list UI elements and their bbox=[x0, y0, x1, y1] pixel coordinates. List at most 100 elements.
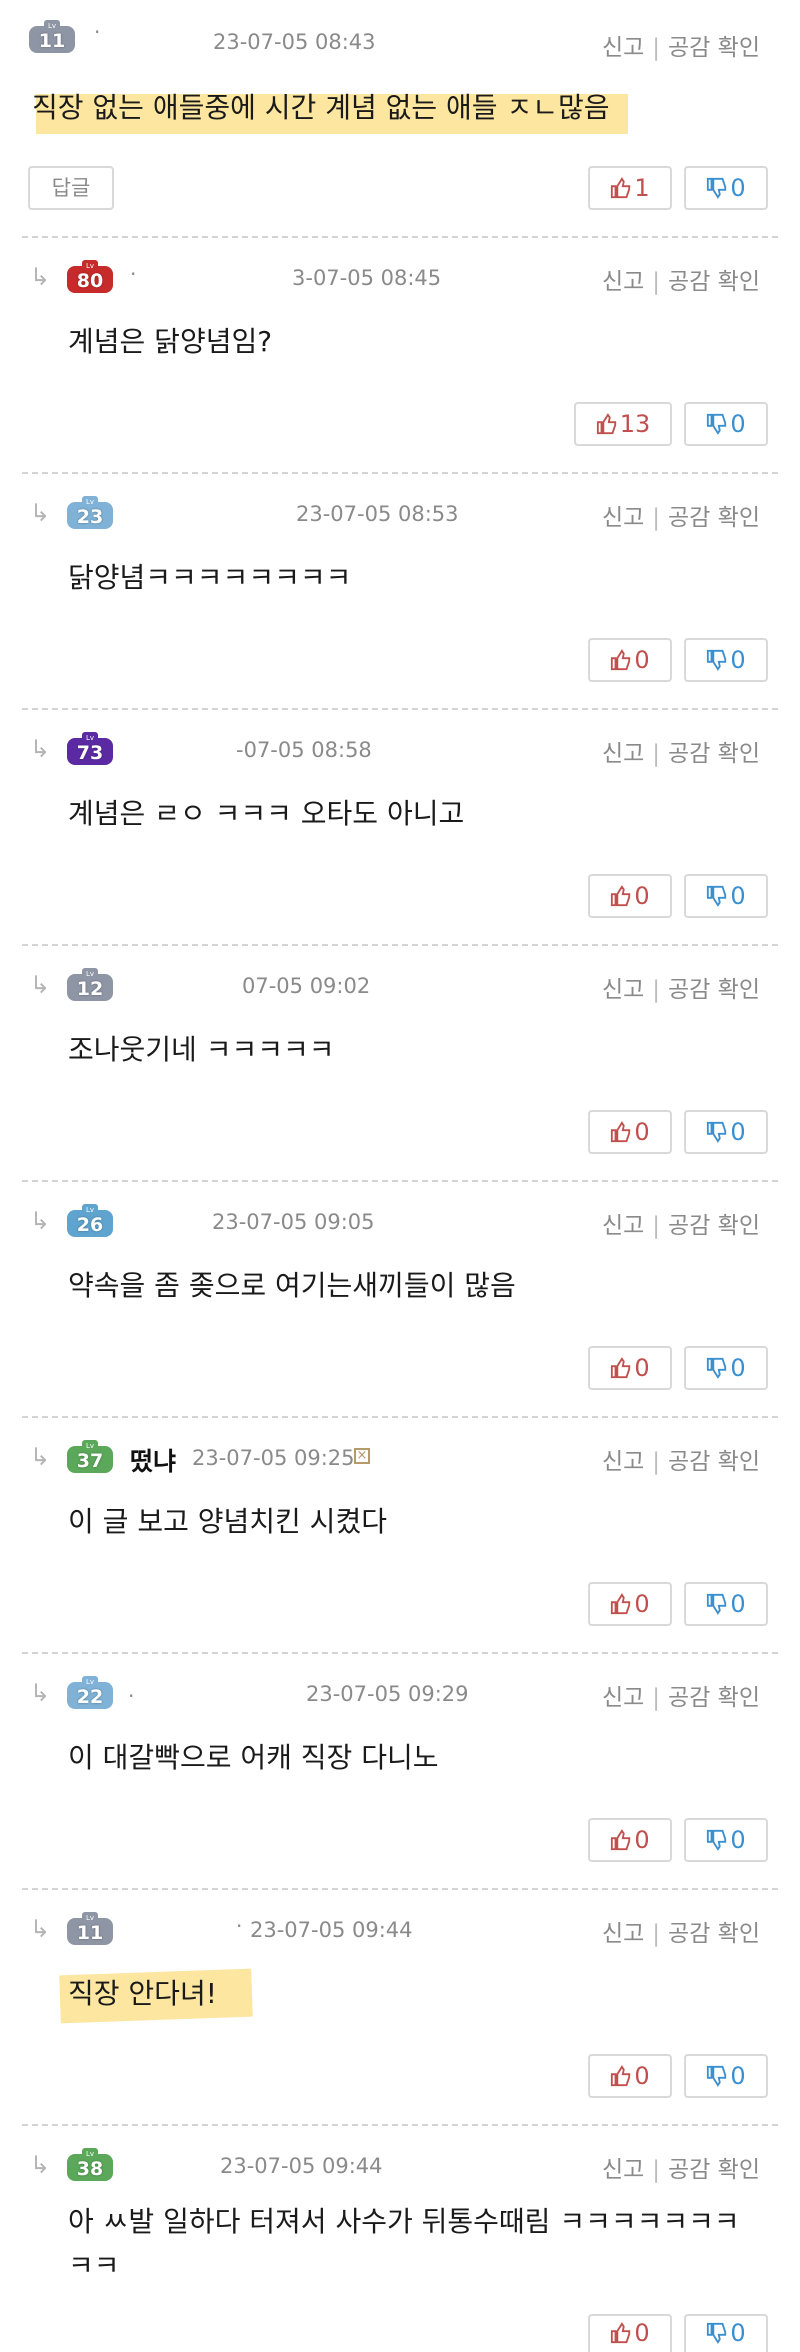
thumb-up-button[interactable]: 0 bbox=[588, 1818, 672, 1862]
comment-text: 닭양념ㅋㅋㅋㅋㅋㅋㅋㅋ bbox=[68, 561, 352, 594]
thumb-down-count: 0 bbox=[730, 1354, 746, 1382]
thumb-up-button[interactable]: 0 bbox=[588, 638, 672, 682]
divider: | bbox=[652, 269, 661, 295]
thumb-down-icon bbox=[707, 2322, 727, 2344]
divider: | bbox=[652, 35, 661, 61]
report-link[interactable]: 신고 bbox=[602, 741, 644, 767]
thumb-up-button[interactable]: 0 bbox=[588, 874, 672, 918]
likes-link[interactable]: 공감 확인 bbox=[668, 977, 760, 1003]
reply-arrow-icon: ↳ bbox=[30, 263, 51, 291]
comment-item: ↳ Lv 26 23-07-05 09:05 신고 | 공감 확인 약속을 좀 좆으… bbox=[0, 1180, 800, 1416]
thumb-down-button[interactable]: 0 bbox=[684, 166, 768, 210]
report-link[interactable]: 신고 bbox=[602, 1921, 644, 1947]
thumb-up-button[interactable]: 0 bbox=[588, 1110, 672, 1154]
likes-link[interactable]: 공감 확인 bbox=[668, 269, 760, 295]
report-link[interactable]: 신고 bbox=[602, 1213, 644, 1239]
report-link[interactable]: 신고 bbox=[602, 1449, 644, 1475]
thumb-up-count: 1 bbox=[634, 174, 650, 202]
thumb-down-button[interactable]: 0 bbox=[684, 1818, 768, 1862]
thumb-down-button[interactable]: 0 bbox=[684, 2054, 768, 2098]
comment-date: 23-07-05 09:44 bbox=[250, 1918, 413, 1942]
thumb-up-count: 0 bbox=[634, 1590, 650, 1618]
close-icon[interactable]: × bbox=[354, 1448, 370, 1464]
likes-link[interactable]: 공감 확인 bbox=[668, 2157, 760, 2183]
divider bbox=[22, 944, 778, 946]
likes-link[interactable]: 공감 확인 bbox=[668, 35, 760, 61]
thumb-up-icon bbox=[611, 1121, 631, 1143]
level-badge: Lv 38 bbox=[66, 2148, 114, 2182]
svg-text:Lv: Lv bbox=[86, 262, 94, 270]
comment-actions: 신고 | 공감 확인 bbox=[602, 262, 760, 296]
comment-actions: 신고 | 공감 확인 bbox=[602, 1914, 760, 1948]
thumb-up-button[interactable]: 0 bbox=[588, 1582, 672, 1626]
comment-date: 23-07-05 08:53 bbox=[296, 502, 459, 526]
svg-text:Lv: Lv bbox=[48, 22, 56, 30]
comment-actions: 신고 | 공감 확인 bbox=[602, 1678, 760, 1712]
comment-text: 조나웃기네 ㅋㅋㅋㅋㅋ bbox=[68, 1033, 335, 1066]
likes-link[interactable]: 공감 확인 bbox=[668, 1213, 760, 1239]
thumb-up-count: 0 bbox=[634, 882, 650, 910]
thumb-up-count: 0 bbox=[634, 2319, 650, 2347]
nickname-dot: · bbox=[130, 262, 137, 286]
thumb-down-count: 0 bbox=[730, 2062, 746, 2090]
thumb-down-button[interactable]: 0 bbox=[684, 402, 768, 446]
report-link[interactable]: 신고 bbox=[602, 977, 644, 1003]
level-badge: Lv 80 bbox=[66, 260, 114, 294]
thumb-down-button[interactable]: 0 bbox=[684, 874, 768, 918]
thumb-down-icon bbox=[707, 1593, 727, 1615]
level-number: 73 bbox=[76, 742, 104, 764]
thumb-up-button[interactable]: 0 bbox=[588, 2314, 672, 2352]
level-number: 26 bbox=[76, 1214, 104, 1236]
likes-link[interactable]: 공감 확인 bbox=[668, 1685, 760, 1711]
likes-link[interactable]: 공감 확인 bbox=[668, 1449, 760, 1475]
level-badge: Lv 12 bbox=[66, 968, 114, 1002]
thumb-up-icon bbox=[611, 1593, 631, 1615]
likes-link[interactable]: 공감 확인 bbox=[668, 1921, 760, 1947]
thumb-down-button[interactable]: 0 bbox=[684, 1110, 768, 1154]
thumb-down-button[interactable]: 0 bbox=[684, 638, 768, 682]
report-link[interactable]: 신고 bbox=[602, 269, 644, 295]
likes-link[interactable]: 공감 확인 bbox=[668, 741, 760, 767]
divider bbox=[22, 236, 778, 238]
comment-actions: 신고 | 공감 확인 bbox=[602, 734, 760, 768]
reply-button[interactable]: 답글 bbox=[28, 166, 114, 210]
nickname[interactable]: 떴냐 bbox=[130, 1442, 176, 1478]
thumb-down-button[interactable]: 0 bbox=[684, 1582, 768, 1626]
thumb-up-button[interactable]: 0 bbox=[588, 2054, 672, 2098]
level-number: 80 bbox=[76, 270, 104, 292]
level-number: 37 bbox=[76, 1450, 104, 1472]
thumb-up-button[interactable]: 0 bbox=[588, 1346, 672, 1390]
thumb-up-icon bbox=[611, 885, 631, 907]
divider: | bbox=[652, 1449, 661, 1475]
report-link[interactable]: 신고 bbox=[602, 1685, 644, 1711]
thumb-down-button[interactable]: 0 bbox=[684, 1346, 768, 1390]
thumb-up-icon bbox=[611, 1829, 631, 1851]
thumb-up-button[interactable]: 13 bbox=[574, 402, 672, 446]
comment-item: ↳ Lv 12 07-05 09:02 신고 | 공감 확인 조나웃기네 ㅋㅋㅋㅋㅋ… bbox=[0, 944, 800, 1180]
comment-actions: 신고 | 공감 확인 bbox=[602, 28, 760, 62]
comment-actions: 신고 | 공감 확인 bbox=[602, 2150, 760, 2184]
report-link[interactable]: 신고 bbox=[602, 505, 644, 531]
reply-arrow-icon: ↳ bbox=[30, 1915, 51, 1943]
divider: | bbox=[652, 741, 661, 767]
level-badge: Lv 11 bbox=[28, 20, 76, 54]
likes-link[interactable]: 공감 확인 bbox=[668, 505, 760, 531]
comment-date: -07-05 08:58 bbox=[236, 738, 372, 762]
comment-text: 아 ㅆ발 일하다 터져서 사수가 뒤통수때림 ㅋㅋㅋㅋㅋㅋㅋ ㅋㅋ bbox=[68, 2205, 740, 2282]
report-link[interactable]: 신고 bbox=[602, 35, 644, 61]
report-link[interactable]: 신고 bbox=[602, 2157, 644, 2183]
comment-text: 계념은 닭양념임? bbox=[68, 325, 273, 358]
divider: | bbox=[652, 1685, 661, 1711]
comment-text: 직장 안다녀! bbox=[68, 1977, 217, 2010]
svg-text:Lv: Lv bbox=[86, 970, 94, 978]
level-badge: Lv 26 bbox=[66, 1204, 114, 1238]
thumb-up-icon bbox=[596, 413, 616, 435]
thumb-down-button[interactable]: 0 bbox=[684, 2314, 768, 2352]
reply-arrow-icon: ↳ bbox=[30, 1443, 51, 1471]
thumb-down-icon bbox=[707, 1829, 727, 1851]
thumb-up-button[interactable]: 1 bbox=[588, 166, 672, 210]
level-number: 38 bbox=[76, 2158, 104, 2180]
comment-actions: 신고 | 공감 확인 bbox=[602, 498, 760, 532]
comment-item: ↳ Lv 38 23-07-05 09:44 신고 | 공감 확인 아 ㅆ발 일하다… bbox=[0, 2124, 800, 2352]
comment-date: 23-07-05 09:29 bbox=[306, 1682, 469, 1706]
